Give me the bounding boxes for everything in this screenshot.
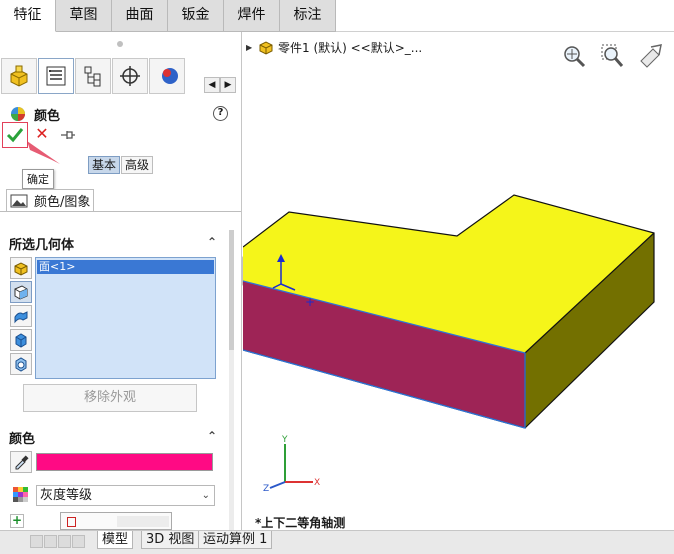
color-heading[interactable]: 颜色 ⌃ [9, 428, 217, 447]
tab-color-image[interactable]: 颜色/图象 [6, 189, 95, 211]
triad-label-z: Z [263, 484, 269, 494]
first-tab-button[interactable] [30, 535, 43, 548]
color-section-title: 颜色 [9, 431, 36, 447]
tab-features[interactable]: 特征 [0, 0, 56, 32]
mode-advanced-toggle[interactable]: 高级 [121, 156, 154, 174]
select-part-button[interactable] [10, 257, 32, 279]
selected-geometry-title: 所选几何体 [9, 237, 75, 253]
tab-annotations[interactable]: 标注 [280, 0, 336, 32]
tab-weldments[interactable]: 焊件 [224, 0, 280, 32]
property-manager-icon[interactable] [38, 58, 74, 94]
tab-surfaces[interactable]: 曲面 [112, 0, 168, 32]
tab-motion-study[interactable]: 运动算例 1 [198, 531, 273, 549]
cursor-plus: + [305, 295, 315, 309]
collapse-icon[interactable]: ⌃ [207, 235, 217, 249]
display-manager-icon[interactable] [149, 58, 185, 94]
tab-sheet-metal[interactable]: 钣金 [168, 0, 224, 32]
select-features-button[interactable] [10, 353, 32, 375]
mode-basic-toggle[interactable]: 基本 [88, 156, 121, 174]
subtab-divider [0, 211, 241, 212]
manager-tabs-scroll-right[interactable]: ▶ [220, 77, 236, 93]
property-manager: ◀ ▶ 颜色 ? ✕ 确定 基本 高级 颜色/图象 所选几何体 ⌃ 面<1> 移… [0, 32, 242, 530]
tab-color-image-label: 颜色/图象 [34, 195, 91, 210]
select-bodies-button[interactable] [10, 329, 32, 351]
last-tab-button[interactable] [72, 535, 85, 548]
remove-appearance-button[interactable]: 移除外观 [23, 384, 197, 412]
configuration-manager-icon[interactable] [75, 58, 111, 94]
view-triad-z [269, 481, 286, 489]
swatch-chip[interactable] [67, 517, 76, 527]
panel-splitter-grip[interactable] [117, 41, 123, 47]
tabs-fill [336, 0, 674, 32]
property-manager-scrollbar[interactable] [229, 230, 234, 530]
swatch-row[interactable] [60, 512, 172, 530]
eyedropper-button[interactable] [10, 451, 32, 473]
current-color-swatch[interactable] [36, 453, 213, 471]
add-swatch-button[interactable]: + [10, 514, 24, 528]
bottom-tab-bar: 模型 3D 视图 运动算例 1 [0, 530, 674, 554]
palette-select-value: 灰度等级 [40, 488, 93, 503]
surface-icon [14, 311, 28, 324]
palette-select[interactable]: 灰度等级 ⌄ [36, 485, 215, 506]
eyedropper-icon [15, 455, 29, 470]
select-surfaces-button[interactable] [10, 305, 32, 327]
prev-tab-button[interactable] [44, 535, 57, 548]
dimxpert-manager-icon[interactable] [112, 58, 148, 94]
manager-tabs-scroll-left[interactable]: ◀ [204, 77, 220, 93]
selected-geometry-heading[interactable]: 所选几何体 ⌃ [9, 234, 217, 253]
triad-label-x: X [314, 478, 320, 488]
tab-model[interactable]: 模型 [97, 531, 134, 549]
tab-3d-views[interactable]: 3D 视图 [141, 531, 200, 549]
chevron-down-icon: ⌄ [201, 490, 210, 501]
select-faces-button[interactable] [10, 281, 32, 303]
graphics-area[interactable]: ▶ 零件1 (默认) <<默认>_... + Y X Z *上下二等角轴测 [243, 32, 674, 530]
solidworks-window: 特征 草图 曲面 钣金 焊件 标注 ◀ ▶ 颜色 ? ✕ 确定 基本 高级 颜色… [0, 0, 674, 554]
palette-icon [10, 484, 32, 506]
feature-manager-icon[interactable] [1, 58, 37, 94]
body-icon [15, 333, 27, 348]
ok-tooltip: 确定 [22, 169, 54, 189]
command-tabs: 特征 草图 曲面 钣金 焊件 标注 [0, 0, 336, 32]
tab-sketch[interactable]: 草图 [56, 0, 112, 32]
list-item[interactable]: 面<1> [37, 260, 214, 274]
swatch-placeholder [117, 516, 169, 527]
help-icon[interactable]: ? [213, 106, 228, 121]
triad-label-y: Y [281, 435, 288, 445]
face-icon [14, 285, 28, 300]
model-viewport[interactable]: + Y X Z [243, 32, 674, 530]
tab-scroll-buttons [30, 535, 85, 548]
feature-icon [15, 357, 27, 372]
collapse-icon[interactable]: ⌃ [207, 429, 217, 443]
next-tab-button[interactable] [58, 535, 71, 548]
view-orientation-label: *上下二等角轴测 [255, 516, 346, 530]
selected-geometry-list[interactable]: 面<1> [35, 257, 216, 379]
ok-callout-arrow [27, 141, 60, 164]
part-icon [14, 262, 28, 276]
image-icon [10, 194, 28, 207]
